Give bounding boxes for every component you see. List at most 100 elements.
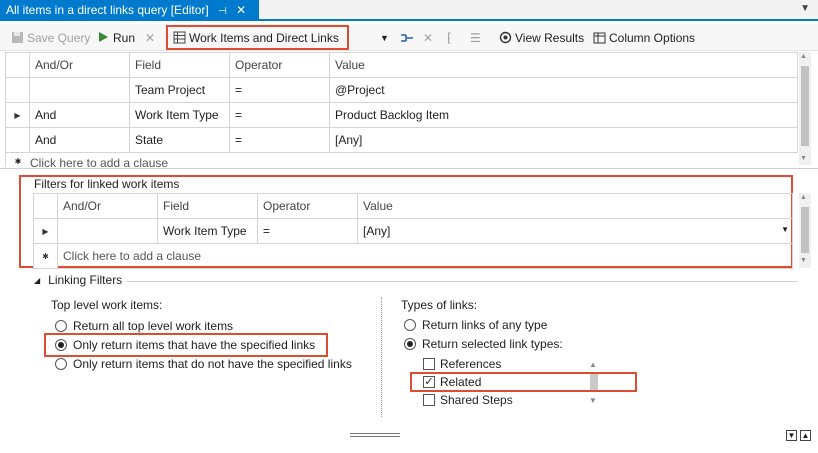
- andor-cell[interactable]: And: [29, 127, 130, 153]
- add-clause-row[interactable]: ✱ Click here to add a clause: [33, 243, 793, 269]
- column-header-andor[interactable]: And/Or: [57, 193, 158, 219]
- types-of-links-label: Types of links:: [401, 298, 478, 312]
- field-cell[interactable]: Work Item Type: [129, 102, 230, 128]
- scroll-up-icon[interactable]: ▲: [800, 53, 807, 60]
- row-selector[interactable]: [5, 77, 30, 103]
- close-icon[interactable]: ✕: [236, 3, 246, 17]
- related-highlight: [410, 372, 637, 392]
- checkbox-label: Shared Steps: [440, 393, 513, 407]
- radio-circle-selected[interactable]: [404, 338, 416, 350]
- field-cell[interactable]: State: [129, 127, 230, 153]
- list-scroll-thumb[interactable]: [590, 374, 598, 390]
- checkbox-box[interactable]: [423, 394, 435, 406]
- andor-cell[interactable]: [57, 218, 158, 244]
- linked-clause-grid: And/Or Field Operator Value ▶ Work Item …: [33, 193, 793, 269]
- add-clause-label: Click here to add a clause: [57, 243, 793, 269]
- add-clause-row[interactable]: ✱ Click here to add a clause: [5, 153, 798, 167]
- linked-grid-scrollbar[interactable]: ▲ ▼: [799, 193, 811, 268]
- resize-grip[interactable]: [350, 433, 400, 437]
- document-tab[interactable]: All items in a direct links query [Edito…: [0, 0, 259, 21]
- column-options-button[interactable]: Column Options: [592, 29, 695, 47]
- scroll-thumb[interactable]: [801, 207, 809, 253]
- operator-cell[interactable]: =: [229, 127, 330, 153]
- save-query-button[interactable]: Save Query: [10, 29, 90, 47]
- tab-overflow-chevron-icon[interactable]: ▼: [800, 3, 810, 14]
- list-scroll-down-icon[interactable]: ▼: [589, 396, 597, 405]
- ungroup-clauses-icon[interactable]: ☰: [470, 29, 481, 47]
- view-results-label: View Results: [515, 31, 585, 45]
- andor-cell[interactable]: [29, 77, 130, 103]
- column-header-operator[interactable]: Operator: [229, 52, 330, 78]
- group-clauses-icon[interactable]: ⁅: [447, 29, 452, 47]
- checkbox-shared-steps[interactable]: Shared Steps: [423, 393, 513, 407]
- expand-up-icon[interactable]: ▲: [800, 430, 811, 441]
- table-row[interactable]: And State = [Any]: [5, 127, 798, 153]
- value-cell[interactable]: [Any]: [329, 127, 798, 153]
- query-type-highlight: [166, 25, 349, 50]
- radio-circle[interactable]: [55, 358, 67, 370]
- run-button[interactable]: Run: [96, 29, 135, 47]
- field-cell[interactable]: Team Project: [129, 77, 230, 103]
- radio-label: Return selected link types:: [422, 337, 563, 351]
- table-row[interactable]: ▶ Work Item Type = [Any] ▼: [33, 218, 793, 244]
- linking-filters-label: Linking Filters: [48, 273, 123, 287]
- cancel-run-icon[interactable]: ✕: [145, 29, 155, 47]
- scroll-down-icon[interactable]: ▼: [800, 155, 807, 162]
- row-header-corner: [5, 52, 30, 78]
- radio-any-link-type[interactable]: Return links of any type: [404, 318, 547, 332]
- list-scroll-up-icon[interactable]: ▲: [589, 360, 597, 369]
- scroll-up-icon[interactable]: ▲: [800, 194, 807, 201]
- field-cell[interactable]: Work Item Type: [157, 218, 258, 244]
- table-row[interactable]: ▶ And Work Item Type = Product Backlog I…: [5, 102, 798, 128]
- main-grid-scrollbar[interactable]: ▲ ▼: [799, 52, 811, 165]
- radio-circle[interactable]: [404, 319, 416, 331]
- table-row[interactable]: Team Project = @Project: [5, 77, 798, 103]
- radio-return-all[interactable]: Return all top level work items: [55, 319, 233, 333]
- pin-icon[interactable]: ⊣: [218, 6, 227, 17]
- radio-selected-link-types[interactable]: Return selected link types:: [404, 337, 563, 351]
- delete-clause-icon[interactable]: ✕: [423, 29, 433, 47]
- save-icon: [10, 31, 24, 45]
- column-header-field[interactable]: Field: [129, 52, 230, 78]
- row-selector[interactable]: [5, 127, 30, 153]
- query-type-chevron-icon[interactable]: ▼: [380, 29, 389, 47]
- run-icon: [96, 31, 110, 45]
- row-header-corner: [33, 193, 58, 219]
- value-cell[interactable]: @Project: [329, 77, 798, 103]
- column-header-operator[interactable]: Operator: [257, 193, 358, 219]
- column-options-label: Column Options: [609, 31, 696, 45]
- expand-down-icon[interactable]: ▼: [786, 430, 797, 441]
- radio-label: Return all top level work items: [73, 319, 234, 333]
- operator-cell[interactable]: =: [229, 102, 330, 128]
- operator-cell[interactable]: =: [257, 218, 358, 244]
- linking-filters-header[interactable]: ◢ Linking Filters: [34, 273, 122, 287]
- andor-cell[interactable]: And: [29, 102, 130, 128]
- value-chevron-icon[interactable]: ▼: [781, 225, 789, 234]
- column-header-field[interactable]: Field: [157, 193, 258, 219]
- vertical-separator: [381, 297, 382, 417]
- current-row-arrow-icon[interactable]: ▶: [33, 218, 58, 244]
- checkbox-box[interactable]: [423, 358, 435, 370]
- column-header-value[interactable]: Value: [329, 52, 798, 78]
- radio-only-without-links[interactable]: Only return items that do not have the s…: [55, 357, 352, 371]
- column-header-value[interactable]: Value: [357, 193, 793, 219]
- radio-label: Return links of any type: [422, 318, 548, 332]
- column-header-andor[interactable]: And/Or: [29, 52, 130, 78]
- value-cell[interactable]: Product Backlog Item: [329, 102, 798, 128]
- checkbox-label: References: [440, 357, 502, 371]
- scroll-down-icon[interactable]: ▼: [800, 257, 807, 264]
- radio-circle[interactable]: [55, 320, 67, 332]
- collapse-triangle-icon[interactable]: ◢: [34, 276, 40, 285]
- view-results-button[interactable]: View Results: [498, 29, 584, 47]
- splitter[interactable]: [0, 168, 818, 169]
- linked-filters-title: Filters for linked work items: [34, 177, 180, 191]
- add-link-icon[interactable]: [400, 29, 414, 47]
- value-cell: [Any]: [363, 224, 391, 238]
- view-results-icon: [498, 31, 512, 45]
- checkbox-references[interactable]: References: [423, 357, 501, 371]
- current-row-arrow-icon[interactable]: ▶: [5, 102, 30, 128]
- scroll-thumb[interactable]: [801, 66, 809, 146]
- new-row-asterisk-icon: ✱: [33, 243, 58, 269]
- operator-cell[interactable]: =: [229, 77, 330, 103]
- value-dropdown[interactable]: [Any] ▼: [357, 218, 793, 244]
